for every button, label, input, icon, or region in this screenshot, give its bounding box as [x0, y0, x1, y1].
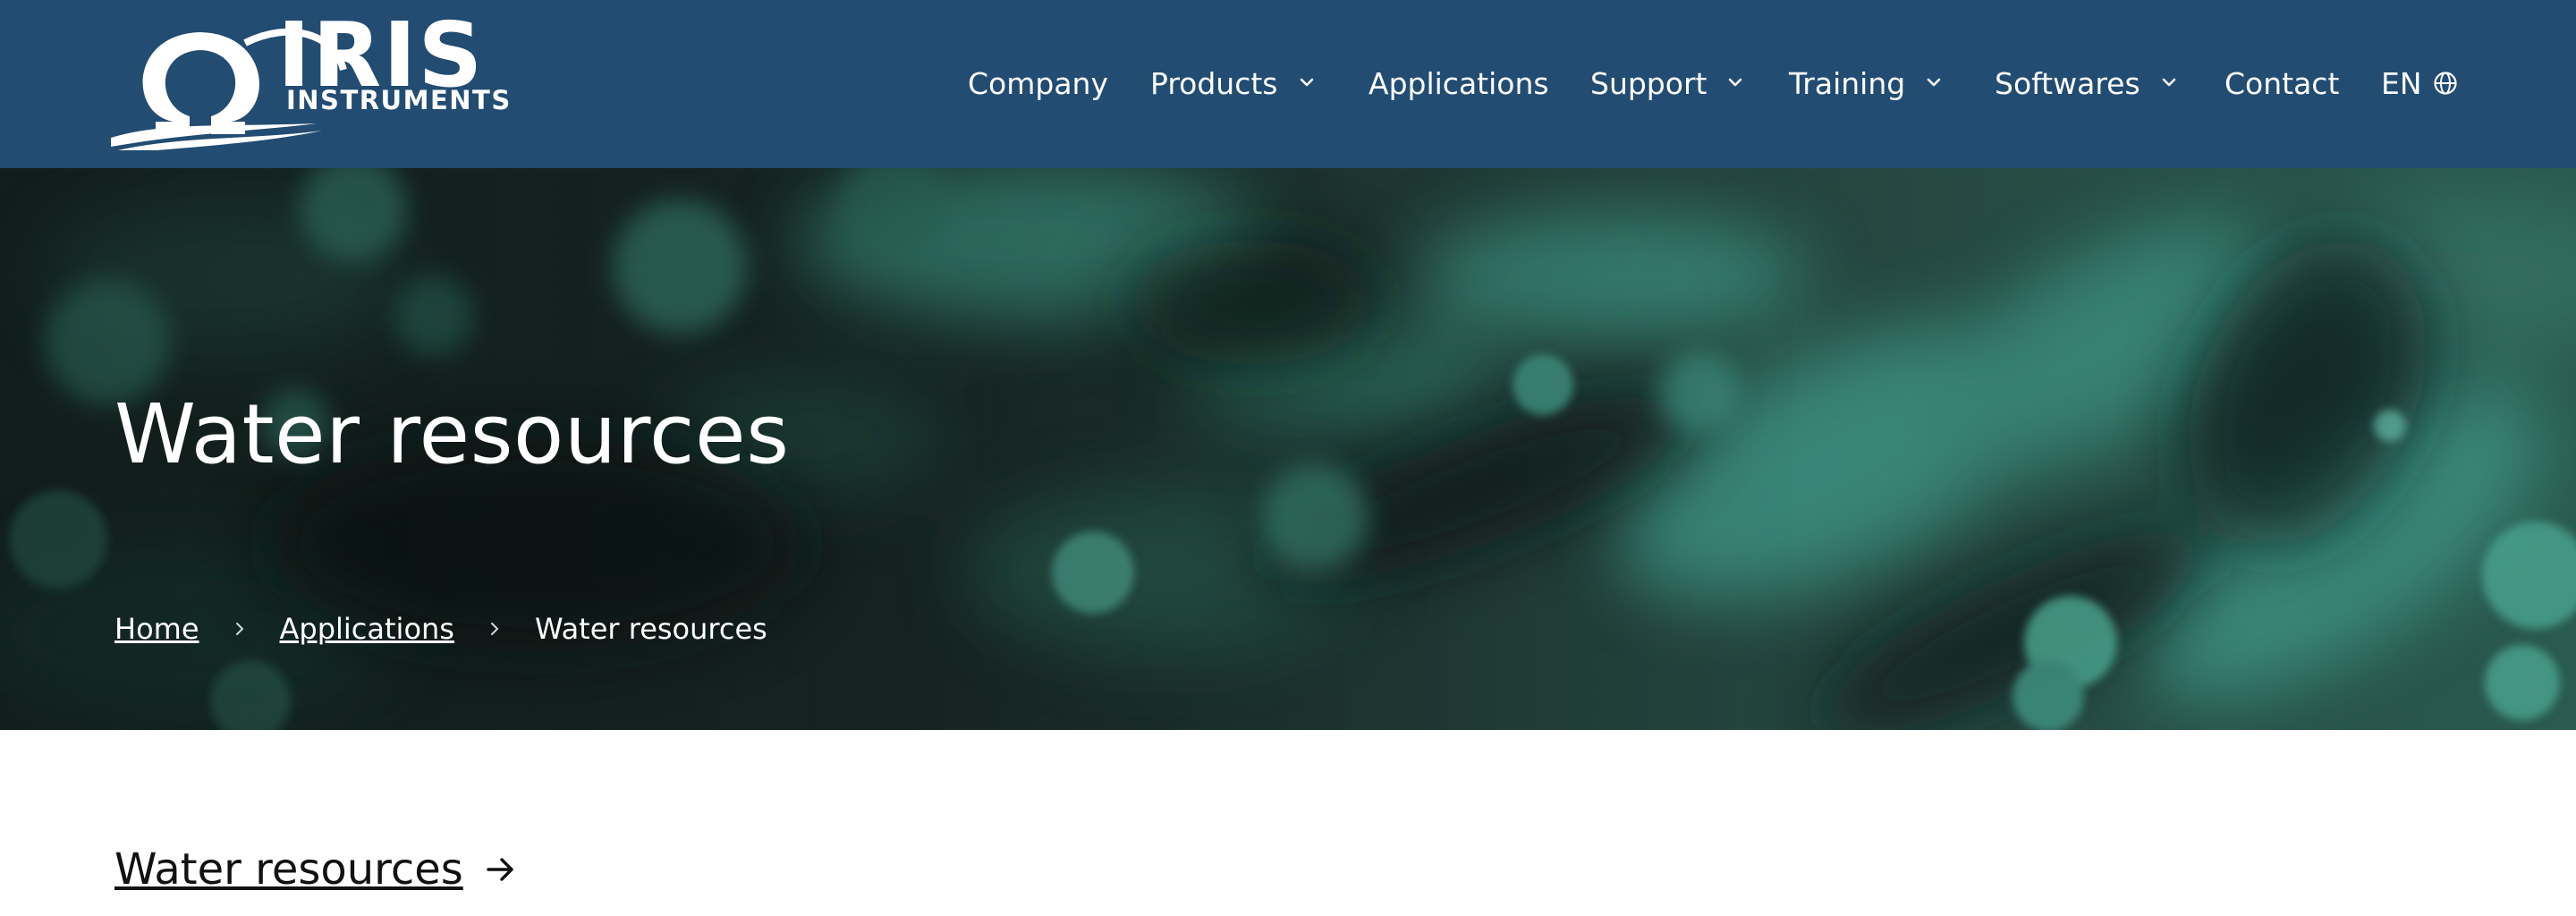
nav-item-softwares[interactable]: Softwares — [1995, 63, 2178, 106]
nav-item-label: Company — [968, 66, 1108, 101]
language-switcher[interactable]: EN — [2381, 63, 2458, 106]
section-title-label: Water resources — [114, 844, 463, 895]
main-navigation: Company Products Applications Support Tr… — [968, 0, 2465, 168]
breadcrumb-home-link[interactable]: Home — [114, 612, 199, 646]
nav-item-label: Products — [1150, 66, 1278, 101]
iris-instruments-logo[interactable]: IRIS INSTRUMENTS — [111, 11, 510, 150]
nav-item-support[interactable]: Support — [1590, 63, 1744, 106]
chevron-down-icon — [1925, 73, 1943, 91]
breadcrumb-applications-link[interactable]: Applications — [280, 612, 454, 646]
nav-item-label: Support — [1590, 66, 1707, 101]
breadcrumb: Home Applications Water resources — [114, 611, 767, 647]
breadcrumb-current: Water resources — [534, 612, 767, 646]
nav-item-company[interactable]: Company — [968, 63, 1108, 106]
chevron-down-icon — [1726, 73, 1744, 91]
nav-item-label: Softwares — [1995, 66, 2140, 101]
page-hero-banner: Water resources Home Applications Water … — [0, 168, 2576, 730]
nav-item-training[interactable]: Training — [1789, 63, 1943, 106]
logo-tagline: INSTRUMENTS — [286, 85, 512, 115]
language-label: EN — [2381, 66, 2422, 101]
chevron-down-icon — [2160, 73, 2178, 91]
nav-item-label: Contact — [2224, 66, 2340, 101]
chevron-down-icon — [1298, 73, 1316, 91]
site-header: IRIS INSTRUMENTS Company Products Applic… — [0, 0, 2576, 168]
nav-item-label: Training — [1789, 66, 1906, 101]
page-title: Water resources — [114, 386, 790, 482]
nav-item-contact[interactable]: Contact — [2224, 63, 2339, 106]
chevron-right-icon — [233, 620, 246, 638]
nav-item-label: Applications — [1368, 66, 1549, 101]
water-resources-section-link[interactable]: Water resources — [114, 848, 519, 891]
nav-item-products[interactable]: Products — [1150, 63, 1316, 106]
nav-item-applications[interactable]: Applications — [1368, 63, 1549, 106]
globe-icon — [2433, 71, 2458, 96]
arrow-right-icon — [483, 852, 519, 887]
chevron-right-icon — [488, 620, 501, 638]
